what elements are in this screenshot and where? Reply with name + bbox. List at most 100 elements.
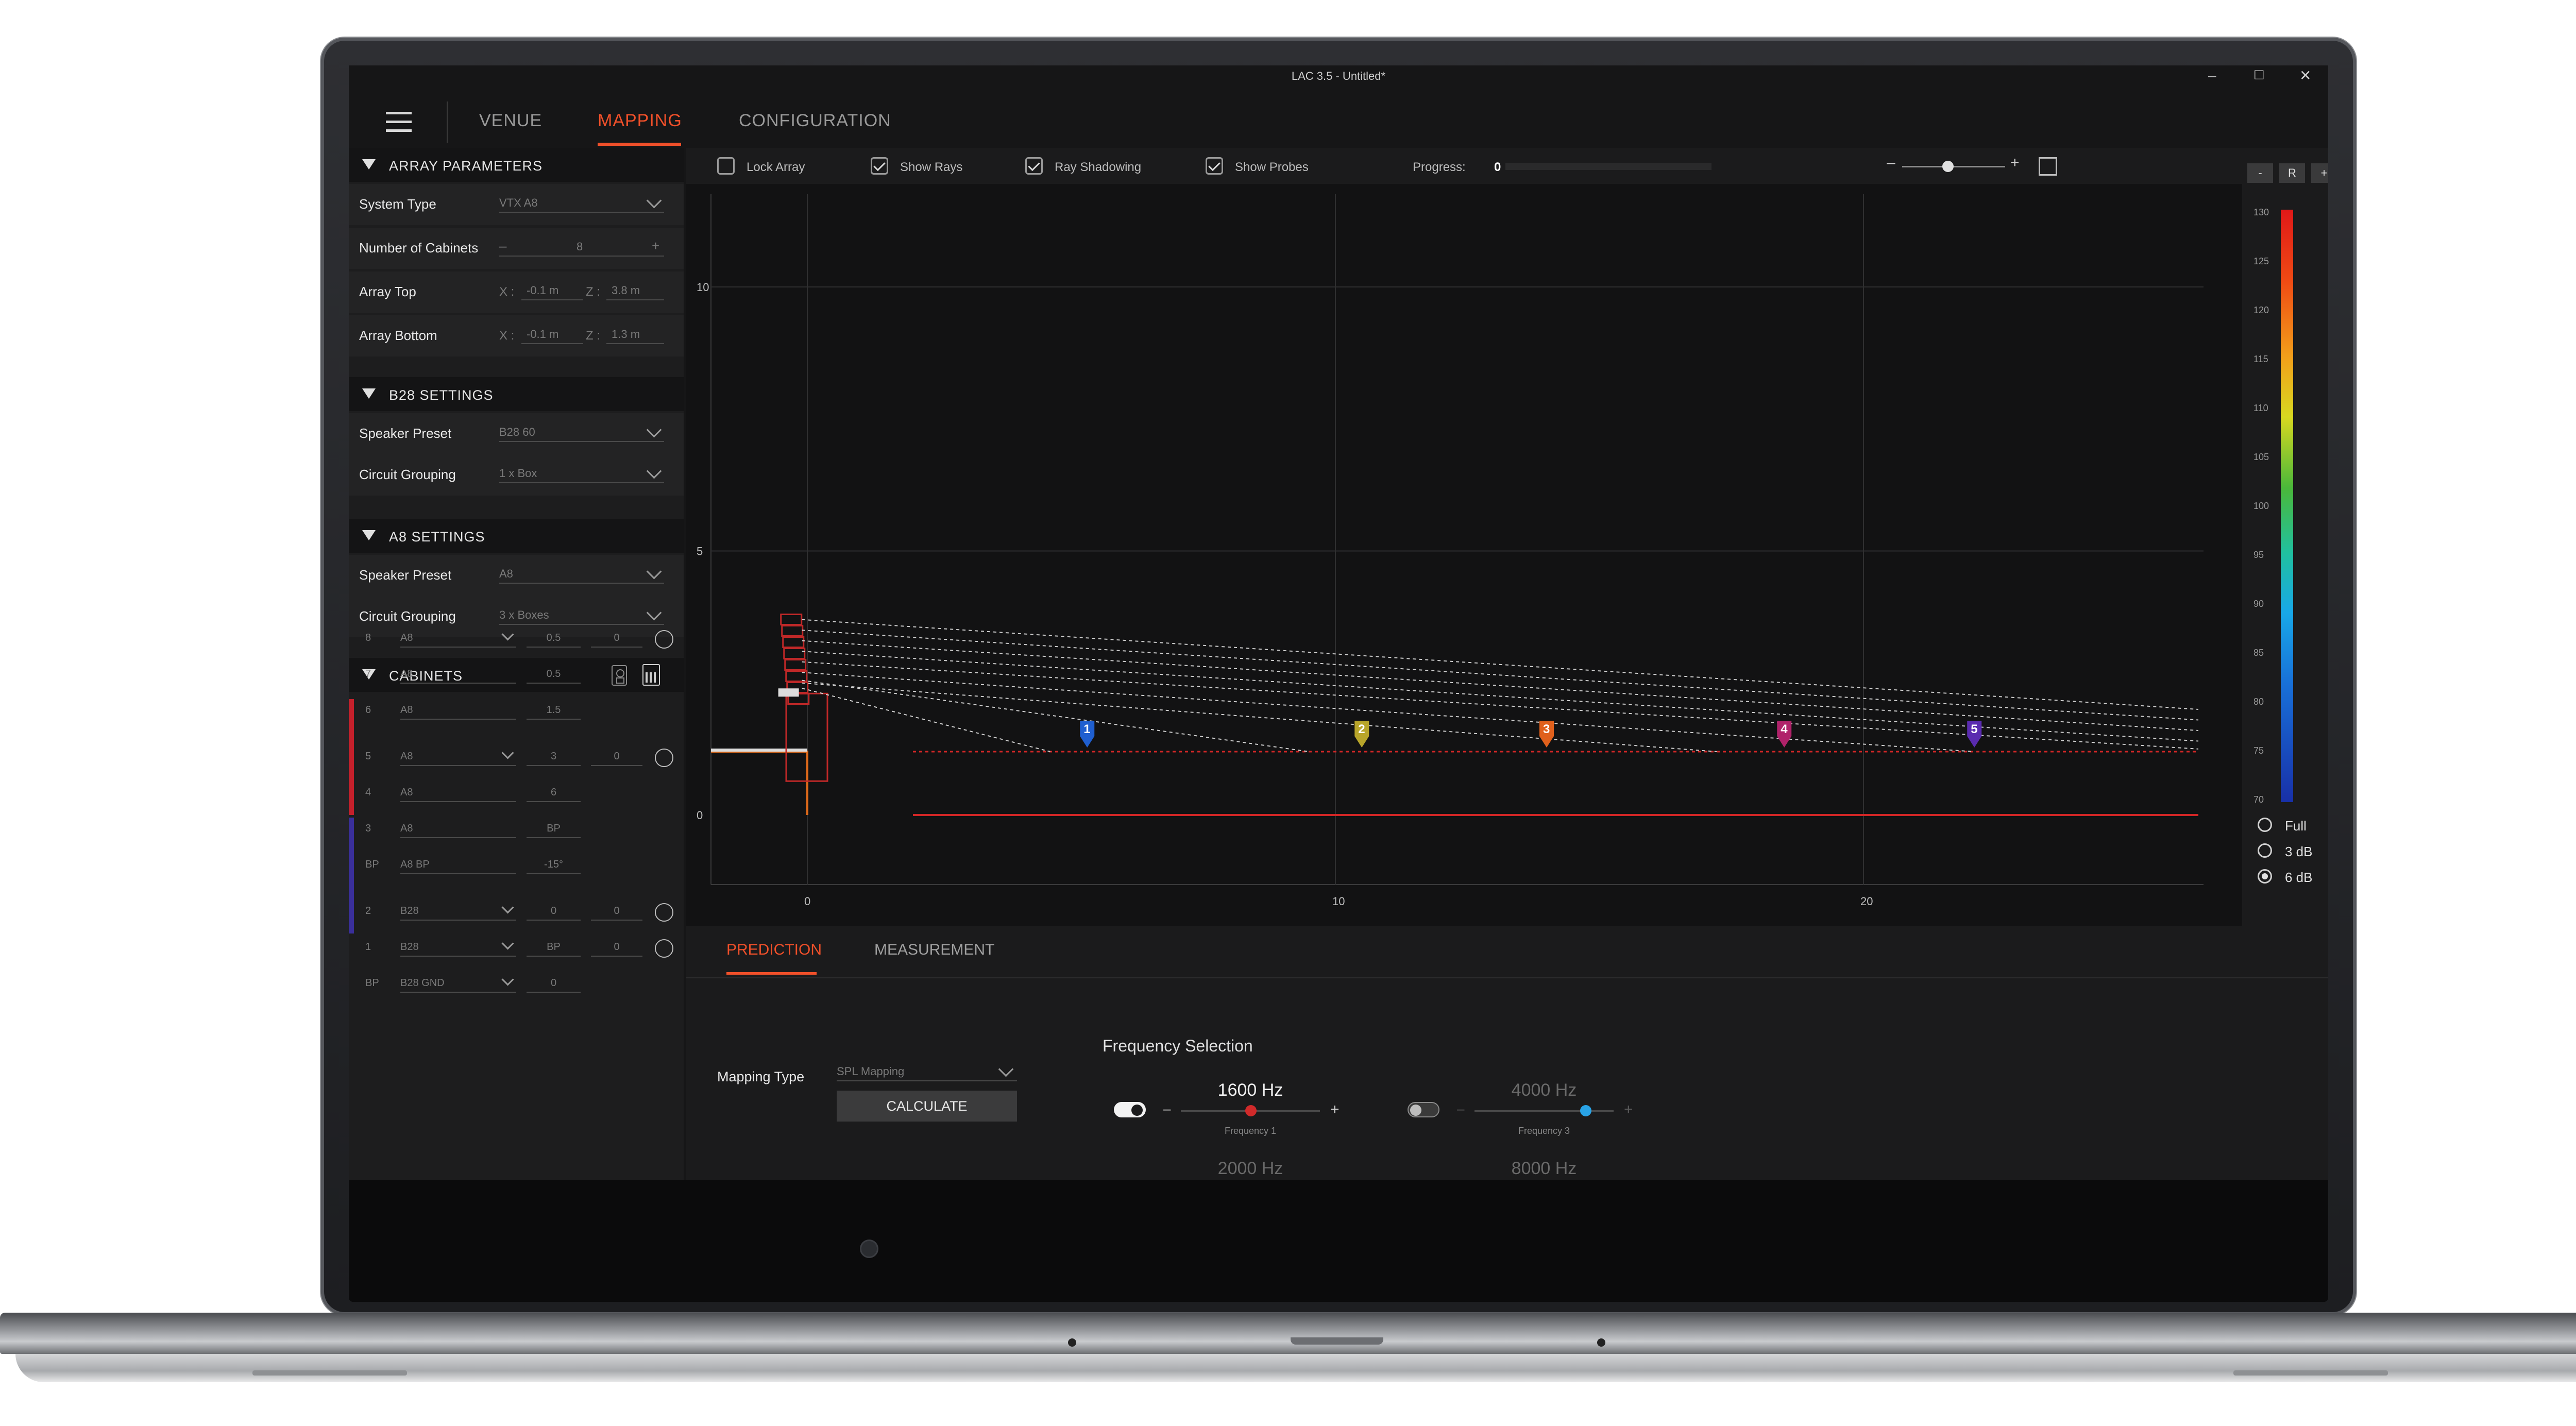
b28-circuit-grouping-row: Circuit Grouping 1 x Box: [349, 454, 684, 496]
array-top-x-input[interactable]: -0.1 m: [521, 282, 583, 300]
maximize-button[interactable]: ☐: [2253, 69, 2265, 83]
cabinet-row: 3 A8 BP: [349, 812, 684, 848]
eq-curve-icon[interactable]: [655, 939, 673, 958]
frequency-increment-icon[interactable]: +: [1624, 1179, 1633, 1180]
tab-configuration[interactable]: CONFIGURATION: [739, 111, 891, 131]
frequency-toggle[interactable]: [1114, 1102, 1146, 1117]
lock-array-checkbox[interactable]: [717, 157, 735, 175]
num-cabinets-stepper[interactable]: – 8 +: [499, 238, 664, 257]
cabinet-angle-stepper[interactable]: 3: [527, 748, 581, 766]
frequency-slider-knob[interactable]: [1245, 1105, 1257, 1116]
fit-to-view-icon[interactable]: [2039, 157, 2057, 176]
frequency-increment-icon[interactable]: +: [1330, 1179, 1340, 1180]
calculate-button[interactable]: CALCULATE: [837, 1091, 1017, 1122]
show-rays-checkbox[interactable]: [871, 157, 888, 175]
frequency-slider-knob[interactable]: [1580, 1105, 1591, 1116]
system-type-select[interactable]: VTX A8: [499, 193, 664, 213]
cabinet-model-select[interactable]: B28: [400, 937, 516, 957]
array-top-z-input[interactable]: 3.8 m: [606, 282, 664, 300]
frequency-decrement-icon[interactable]: –: [1163, 1179, 1171, 1180]
array-parameters-header[interactable]: ARRAY PARAMETERS: [349, 148, 684, 182]
array-bottom-row: Array Bottom X : -0.1 m Z : 1.3 m: [349, 315, 684, 356]
scale-button[interactable]: R: [2279, 163, 2305, 183]
cabinet-model-select[interactable]: A8: [400, 746, 516, 766]
cabinet-model-select[interactable]: A8: [400, 701, 516, 720]
cabinet-model-select[interactable]: A8 BP: [400, 856, 516, 874]
cabinet-model-select[interactable]: A8: [400, 628, 516, 648]
ray-shadowing-checkbox[interactable]: [1025, 157, 1043, 175]
cabinet-angle-stepper[interactable]: 0: [527, 974, 581, 993]
system-type-row: System Type VTX A8: [349, 184, 684, 225]
cabinet-model-select[interactable]: B28: [400, 901, 516, 921]
frequency-value: 1600 Hz: [1217, 1080, 1283, 1100]
decrement-icon[interactable]: –: [499, 238, 506, 254]
cabinet-gain-stepper[interactable]: 0: [591, 938, 642, 957]
minimize-button[interactable]: –: [2208, 69, 2216, 83]
cabinet-angle-stepper[interactable]: 6: [527, 784, 581, 802]
cabinet-angle-stepper[interactable]: 0.5: [527, 665, 581, 684]
cabinet-gain-stepper[interactable]: 0: [591, 748, 642, 766]
frequency-decrement-icon[interactable]: –: [1457, 1101, 1464, 1117]
array-bottom-x-input[interactable]: -0.1 m: [521, 326, 583, 344]
cabinet-angle-value: -15°: [544, 859, 563, 870]
scale-range-radio[interactable]: [2258, 818, 2272, 832]
frequency-toggle[interactable]: [1408, 1102, 1439, 1117]
probe-label: 3: [1543, 722, 1550, 736]
scale-range-radio[interactable]: [2258, 869, 2272, 884]
increment-icon[interactable]: +: [652, 238, 659, 254]
cabinet-angle-stepper[interactable]: 0.5: [527, 629, 581, 648]
mapping-type-select[interactable]: SPL Mapping: [837, 1061, 1017, 1081]
b28-circuit-grouping-select[interactable]: 1 x Box: [499, 463, 664, 483]
array-bottom-z-input[interactable]: 1.3 m: [606, 326, 664, 344]
tab-measurement[interactable]: MEASUREMENT: [874, 941, 994, 959]
cabinet-model-value: A8 BP: [400, 859, 430, 870]
frequency-slider[interactable]: [1475, 1110, 1614, 1112]
b28-speaker-preset-select[interactable]: B28 60: [499, 422, 664, 442]
cabinet-model-select[interactable]: A8: [400, 665, 516, 684]
cabinet-angle-stepper[interactable]: BP: [527, 820, 581, 838]
scale-button[interactable]: +: [2311, 163, 2328, 183]
zoom-slider-knob[interactable]: [1942, 161, 1954, 172]
close-button[interactable]: ✕: [2299, 69, 2311, 83]
frequency-decrement-icon[interactable]: –: [1457, 1179, 1464, 1180]
cabinet-angle-stepper[interactable]: -15°: [527, 856, 581, 874]
zoom-in-icon[interactable]: +: [2010, 154, 2020, 172]
cabinet-gain-stepper[interactable]: 0: [591, 902, 642, 921]
cabinet-index: BP: [365, 977, 379, 989]
frequency-control: 2000 Hz–+Frequency 2: [1114, 1159, 1371, 1180]
frequency-increment-icon[interactable]: +: [1330, 1101, 1340, 1118]
hinge-dot-right: [1597, 1338, 1605, 1347]
show-rays-label: Show Rays: [900, 160, 963, 174]
cabinet-angle-stepper[interactable]: BP: [527, 938, 581, 957]
frequency-increment-icon[interactable]: +: [1624, 1101, 1633, 1118]
eq-curve-icon[interactable]: [655, 903, 673, 922]
scale-range-radio[interactable]: [2258, 843, 2272, 858]
a8-speaker-preset-select[interactable]: A8: [499, 564, 664, 584]
cabinet-angle-stepper[interactable]: 1.5: [527, 701, 581, 720]
tab-prediction[interactable]: PREDICTION: [726, 941, 822, 959]
cabinet-model-select[interactable]: B28 GND: [400, 973, 516, 993]
eq-curve-icon[interactable]: [655, 630, 673, 649]
cabinet-angle-stepper[interactable]: 0: [527, 902, 581, 921]
cabinet-row: 2 B28 0 0: [349, 895, 684, 931]
zoom-slider[interactable]: [1902, 166, 2005, 167]
hamburger-menu-icon[interactable]: [386, 112, 412, 132]
cabinet-row: BP A8 BP -15°: [349, 848, 684, 885]
cabinet-model-select[interactable]: A8: [400, 820, 516, 838]
cabinet-gain-stepper[interactable]: 0: [591, 629, 642, 648]
zoom-out-icon[interactable]: –: [1887, 154, 1895, 172]
cabinet-model-value: A8: [400, 751, 413, 762]
eq-curve-icon[interactable]: [655, 749, 673, 767]
probe-label: 5: [1971, 722, 1977, 736]
mapping-plot[interactable]: 10 5 0 0 10 20 1 2 3 4 5: [686, 184, 2242, 926]
cabinet-row: 1 B28 BP 0: [349, 931, 684, 967]
tab-venue[interactable]: VENUE: [479, 111, 542, 131]
cabinet-angle-value: 6: [550, 787, 557, 798]
cabinet-model-select[interactable]: A8: [400, 784, 516, 802]
tab-mapping[interactable]: MAPPING: [598, 111, 682, 131]
show-probes-checkbox[interactable]: [1206, 157, 1223, 175]
frequency-decrement-icon[interactable]: –: [1163, 1101, 1171, 1117]
b28-settings-header[interactable]: B28 SETTINGS: [349, 377, 684, 411]
a8-settings-header[interactable]: A8 SETTINGS: [349, 519, 684, 553]
scale-button[interactable]: -: [2247, 163, 2273, 183]
